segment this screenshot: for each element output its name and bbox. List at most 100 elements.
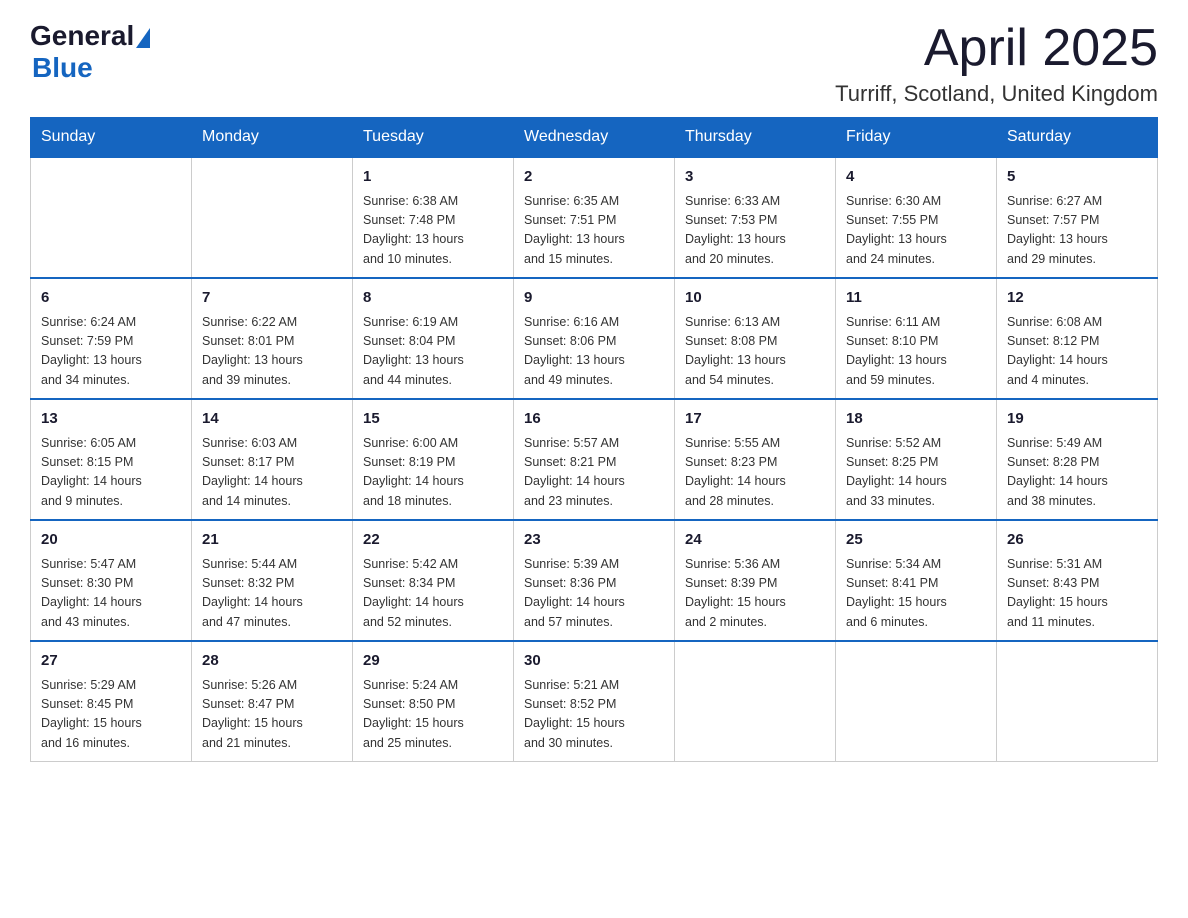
day-info: Sunrise: 5:44 AM Sunset: 8:32 PM Dayligh… <box>202 555 342 633</box>
day-info: Sunrise: 6:22 AM Sunset: 8:01 PM Dayligh… <box>202 313 342 391</box>
calendar-cell <box>997 641 1158 762</box>
calendar-cell: 21 Sunrise: 5:44 AM Sunset: 8:32 PM Dayli… <box>192 520 353 641</box>
calendar-cell: 20 Sunrise: 5:47 AM Sunset: 8:30 PM Dayli… <box>31 520 192 641</box>
calendar-cell: 28 Sunrise: 5:26 AM Sunset: 8:47 PM Dayli… <box>192 641 353 762</box>
weekday-header-thursday: Thursday <box>675 118 836 158</box>
weekday-header-sunday: Sunday <box>31 118 192 158</box>
day-number: 2 <box>524 166 664 189</box>
week-row-1: 1Sunrise: 6:38 AM Sunset: 7:48 PM Daylig… <box>31 157 1158 278</box>
calendar-cell: 2Sunrise: 6:35 AM Sunset: 7:51 PM Daylig… <box>514 157 675 278</box>
day-number: 17 <box>685 408 825 431</box>
calendar-cell: 29 Sunrise: 5:24 AM Sunset: 8:50 PM Dayli… <box>353 641 514 762</box>
calendar-cell: 25Sunrise: 5:34 AM Sunset: 8:41 PM Dayli… <box>836 520 997 641</box>
calendar-cell: 23 Sunrise: 5:39 AM Sunset: 8:36 PM Dayli… <box>514 520 675 641</box>
week-row-5: 27 Sunrise: 5:29 AM Sunset: 8:45 PM Dayli… <box>31 641 1158 762</box>
day-info: Sunrise: 5:47 AM Sunset: 8:30 PM Dayligh… <box>41 555 181 633</box>
logo-general-text: General <box>30 20 134 52</box>
day-info: Sunrise: 5:57 AM Sunset: 8:21 PM Dayligh… <box>524 434 664 512</box>
calendar-cell: 30 Sunrise: 5:21 AM Sunset: 8:52 PM Dayli… <box>514 641 675 762</box>
day-info: Sunrise: 5:29 AM Sunset: 8:45 PM Dayligh… <box>41 676 181 754</box>
day-info: Sunrise: 6:27 AM Sunset: 7:57 PM Dayligh… <box>1007 192 1147 270</box>
calendar-cell: 8 Sunrise: 6:19 AM Sunset: 8:04 PM Daylig… <box>353 278 514 399</box>
day-info: Sunrise: 5:42 AM Sunset: 8:34 PM Dayligh… <box>363 555 503 633</box>
calendar-cell <box>192 157 353 278</box>
day-number: 30 <box>524 650 664 673</box>
weekday-header-saturday: Saturday <box>997 118 1158 158</box>
day-info: Sunrise: 6:24 AM Sunset: 7:59 PM Dayligh… <box>41 313 181 391</box>
day-number: 24 <box>685 529 825 552</box>
day-info: Sunrise: 5:55 AM Sunset: 8:23 PM Dayligh… <box>685 434 825 512</box>
day-number: 4 <box>846 166 986 189</box>
day-number: 9 <box>524 287 664 310</box>
day-info: Sunrise: 6:19 AM Sunset: 8:04 PM Dayligh… <box>363 313 503 391</box>
day-number: 11 <box>846 287 986 310</box>
day-info: Sunrise: 6:33 AM Sunset: 7:53 PM Dayligh… <box>685 192 825 270</box>
day-info: Sunrise: 6:08 AM Sunset: 8:12 PM Dayligh… <box>1007 313 1147 391</box>
day-info: Sunrise: 5:26 AM Sunset: 8:47 PM Dayligh… <box>202 676 342 754</box>
calendar-cell: 16 Sunrise: 5:57 AM Sunset: 8:21 PM Dayli… <box>514 399 675 520</box>
calendar-cell: 11 Sunrise: 6:11 AM Sunset: 8:10 PM Dayli… <box>836 278 997 399</box>
day-number: 6 <box>41 287 181 310</box>
calendar-cell: 15Sunrise: 6:00 AM Sunset: 8:19 PM Dayli… <box>353 399 514 520</box>
calendar-cell: 26Sunrise: 5:31 AM Sunset: 8:43 PM Dayli… <box>997 520 1158 641</box>
calendar-cell: 6 Sunrise: 6:24 AM Sunset: 7:59 PM Daylig… <box>31 278 192 399</box>
week-row-2: 6 Sunrise: 6:24 AM Sunset: 7:59 PM Daylig… <box>31 278 1158 399</box>
logo-blue-text: Blue <box>32 52 93 84</box>
day-number: 5 <box>1007 166 1147 189</box>
day-info: Sunrise: 6:11 AM Sunset: 8:10 PM Dayligh… <box>846 313 986 391</box>
day-number: 3 <box>685 166 825 189</box>
calendar-cell: 19 Sunrise: 5:49 AM Sunset: 8:28 PM Dayli… <box>997 399 1158 520</box>
day-number: 26 <box>1007 529 1147 552</box>
day-number: 13 <box>41 408 181 431</box>
day-number: 19 <box>1007 408 1147 431</box>
day-number: 14 <box>202 408 342 431</box>
day-info: Sunrise: 6:30 AM Sunset: 7:55 PM Dayligh… <box>846 192 986 270</box>
location-subtitle: Turriff, Scotland, United Kingdom <box>835 81 1158 107</box>
day-number: 22 <box>363 529 503 552</box>
day-info: Sunrise: 5:39 AM Sunset: 8:36 PM Dayligh… <box>524 555 664 633</box>
week-row-4: 20 Sunrise: 5:47 AM Sunset: 8:30 PM Dayli… <box>31 520 1158 641</box>
day-number: 16 <box>524 408 664 431</box>
day-number: 8 <box>363 287 503 310</box>
day-info: Sunrise: 5:49 AM Sunset: 8:28 PM Dayligh… <box>1007 434 1147 512</box>
day-info: Sunrise: 5:21 AM Sunset: 8:52 PM Dayligh… <box>524 676 664 754</box>
day-info: Sunrise: 6:00 AM Sunset: 8:19 PM Dayligh… <box>363 434 503 512</box>
day-number: 12 <box>1007 287 1147 310</box>
day-number: 18 <box>846 408 986 431</box>
day-number: 29 <box>363 650 503 673</box>
day-number: 27 <box>41 650 181 673</box>
calendar-cell: 27 Sunrise: 5:29 AM Sunset: 8:45 PM Dayli… <box>31 641 192 762</box>
calendar-cell: 12 Sunrise: 6:08 AM Sunset: 8:12 PM Dayli… <box>997 278 1158 399</box>
day-info: Sunrise: 5:24 AM Sunset: 8:50 PM Dayligh… <box>363 676 503 754</box>
calendar-cell: 9Sunrise: 6:16 AM Sunset: 8:06 PM Daylig… <box>514 278 675 399</box>
day-info: Sunrise: 6:13 AM Sunset: 8:08 PM Dayligh… <box>685 313 825 391</box>
day-number: 23 <box>524 529 664 552</box>
calendar-cell <box>836 641 997 762</box>
calendar-cell: 22 Sunrise: 5:42 AM Sunset: 8:34 PM Dayli… <box>353 520 514 641</box>
day-number: 20 <box>41 529 181 552</box>
day-number: 7 <box>202 287 342 310</box>
logo: General Blue <box>30 20 150 84</box>
weekday-header-row: SundayMondayTuesdayWednesdayThursdayFrid… <box>31 118 1158 158</box>
day-number: 25 <box>846 529 986 552</box>
calendar-table: SundayMondayTuesdayWednesdayThursdayFrid… <box>30 117 1158 762</box>
day-info: Sunrise: 6:05 AM Sunset: 8:15 PM Dayligh… <box>41 434 181 512</box>
day-number: 28 <box>202 650 342 673</box>
calendar-cell: 18 Sunrise: 5:52 AM Sunset: 8:25 PM Dayli… <box>836 399 997 520</box>
calendar-cell: 13 Sunrise: 6:05 AM Sunset: 8:15 PM Dayli… <box>31 399 192 520</box>
week-row-3: 13 Sunrise: 6:05 AM Sunset: 8:15 PM Dayli… <box>31 399 1158 520</box>
calendar-cell: 5 Sunrise: 6:27 AM Sunset: 7:57 PM Daylig… <box>997 157 1158 278</box>
weekday-header-friday: Friday <box>836 118 997 158</box>
month-year-title: April 2025 <box>835 20 1158 77</box>
day-number: 21 <box>202 529 342 552</box>
logo-triangle-icon <box>136 28 150 48</box>
calendar-cell: 10Sunrise: 6:13 AM Sunset: 8:08 PM Dayli… <box>675 278 836 399</box>
calendar-cell: 17 Sunrise: 5:55 AM Sunset: 8:23 PM Dayli… <box>675 399 836 520</box>
calendar-cell: 3 Sunrise: 6:33 AM Sunset: 7:53 PM Daylig… <box>675 157 836 278</box>
calendar-cell: 1Sunrise: 6:38 AM Sunset: 7:48 PM Daylig… <box>353 157 514 278</box>
day-info: Sunrise: 5:52 AM Sunset: 8:25 PM Dayligh… <box>846 434 986 512</box>
day-info: Sunrise: 5:36 AM Sunset: 8:39 PM Dayligh… <box>685 555 825 633</box>
calendar-cell <box>31 157 192 278</box>
weekday-header-tuesday: Tuesday <box>353 118 514 158</box>
calendar-cell: 7 Sunrise: 6:22 AM Sunset: 8:01 PM Daylig… <box>192 278 353 399</box>
